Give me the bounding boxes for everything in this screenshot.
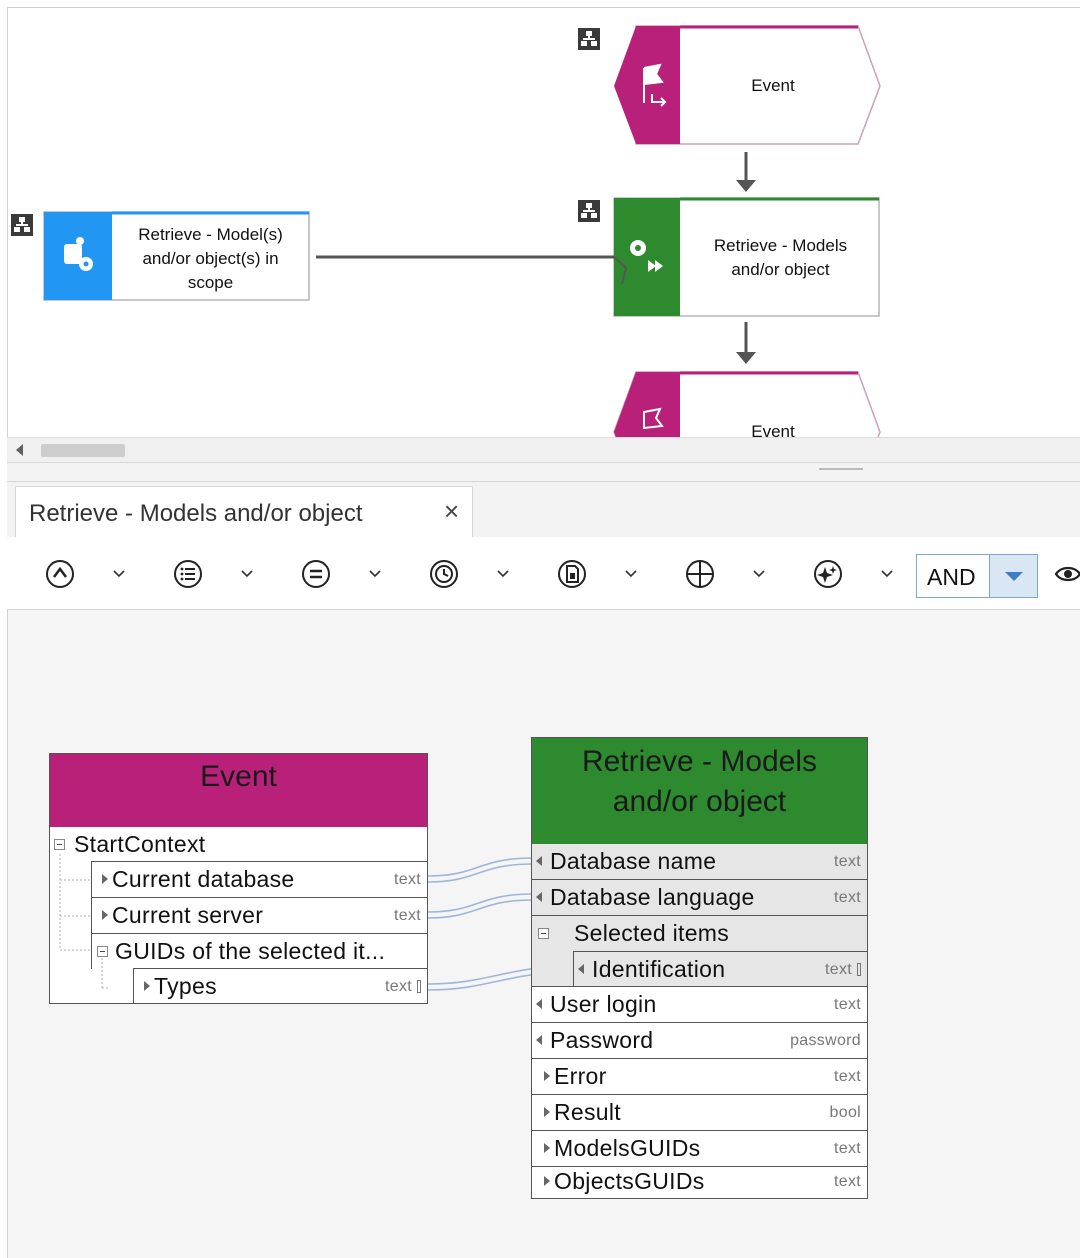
collapse-icon[interactable] [97, 946, 108, 957]
operator-select[interactable]: AND [916, 554, 1038, 598]
splitter-grip[interactable] [819, 468, 863, 470]
event-bottom-label: Event [751, 422, 795, 437]
chevron-down-icon[interactable] [624, 567, 638, 581]
tab-title: Retrieve - Models and/or object [29, 500, 363, 527]
function-main-label-2: and/or object [731, 260, 830, 279]
function-row-identification[interactable]: Identification text [573, 951, 867, 987]
tab-retrieve-models[interactable]: Retrieve - Models and/or object × [15, 486, 473, 537]
scroll-left-icon[interactable] [16, 444, 23, 456]
collapse-icon[interactable] [538, 928, 549, 939]
crosshair-icon[interactable] [684, 558, 716, 590]
submodel-icon[interactable] [578, 28, 600, 50]
process-diagram[interactable]: Event Retrieve - Models and/or object Ev… [7, 7, 1080, 437]
event-top-label: Event [751, 76, 795, 95]
chevron-down-icon[interactable] [240, 567, 254, 581]
horizontal-scrollbar[interactable] [7, 437, 1080, 462]
function-row-selected-items[interactable]: Selected items [532, 916, 867, 952]
function-box-title: Retrieve - Models and/or object [532, 738, 867, 844]
function-mapping-box[interactable]: Retrieve - Models and/or object Database… [531, 737, 868, 1199]
function-row-modelsguids[interactable]: ModelsGUIDs text [532, 1131, 867, 1167]
pane-splitter[interactable] [7, 462, 1080, 482]
event-row-current-server[interactable]: Current server text [91, 897, 427, 933]
editor-tabstrip: Retrieve - Models and/or object × [7, 482, 1080, 537]
operator-dropdown-button[interactable] [989, 555, 1037, 597]
mapping-canvas[interactable]: Event StartContext Current database text [7, 610, 1080, 1258]
function-main-label-1: Retrieve - Models [713, 236, 848, 255]
event-row-guids[interactable]: GUIDs of the selected it... [91, 933, 427, 969]
equals-icon[interactable] [300, 558, 332, 590]
function-row-result[interactable]: Result bool [532, 1095, 867, 1131]
close-icon[interactable]: × [444, 498, 459, 524]
chevron-down-icon[interactable] [880, 567, 894, 581]
left-function-label-1: Retrieve - Model(s) [138, 225, 283, 244]
event-row-types[interactable]: Types text [133, 968, 427, 1004]
eye-icon[interactable] [1054, 563, 1080, 585]
chevron-down-icon[interactable] [112, 567, 126, 581]
function-row-objectsguids[interactable]: ObjectsGUIDs text [532, 1164, 867, 1200]
sparkle-icon[interactable] [812, 558, 844, 590]
mapping-toolbar: AND [7, 537, 1080, 610]
app-root: Event Retrieve - Models and/or object Ev… [0, 0, 1080, 1258]
submodel-icon[interactable] [11, 214, 33, 236]
function-row-user-login[interactable]: User login text [532, 987, 867, 1023]
event-box-title: Event [50, 754, 427, 827]
scrollbar-thumb[interactable] [41, 444, 125, 457]
clock-icon[interactable] [428, 558, 460, 590]
function-row-database-language[interactable]: Database language text [532, 880, 867, 916]
selected-items-indent [532, 951, 573, 987]
event-mapping-box[interactable]: Event StartContext Current database text [49, 753, 428, 1004]
event-row-current-database[interactable]: Current database text [91, 861, 427, 897]
left-function-label-3: scope [187, 273, 234, 292]
left-function-label-2: and/or object(s) in [142, 249, 279, 268]
function-row-password[interactable]: Password password [532, 1023, 867, 1059]
function-row-database-name[interactable]: Database name text [532, 844, 867, 880]
document-icon[interactable] [556, 558, 588, 590]
chevron-down-icon[interactable] [496, 567, 510, 581]
collapse-up-icon[interactable] [44, 558, 76, 590]
submodel-icon[interactable] [578, 200, 600, 222]
list-icon[interactable] [172, 558, 204, 590]
chevron-down-icon[interactable] [368, 567, 382, 581]
chevron-down-icon[interactable] [752, 567, 766, 581]
collapse-icon[interactable] [54, 839, 65, 850]
function-row-error[interactable]: Error text [532, 1059, 867, 1095]
operator-value: AND [927, 564, 976, 590]
